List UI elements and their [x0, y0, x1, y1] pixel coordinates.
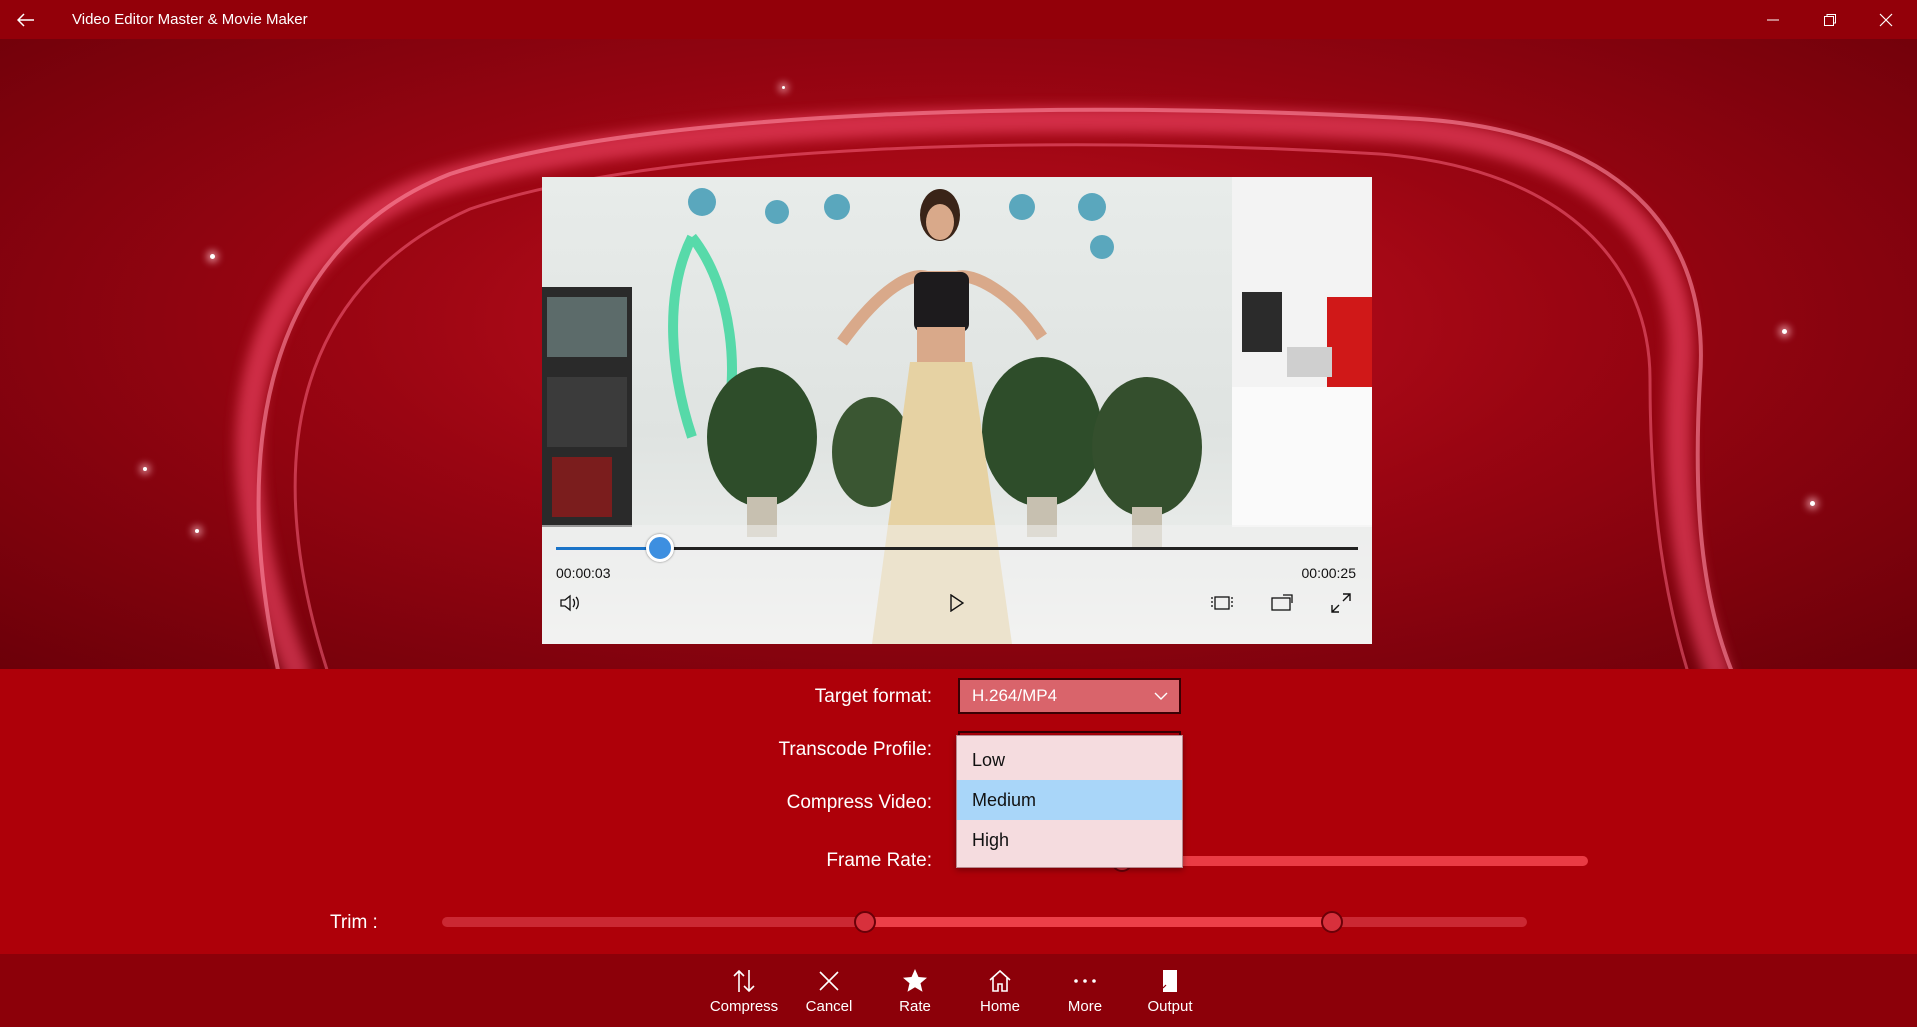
transcode-profile-label: Transcode Profile:	[778, 739, 932, 760]
close-button[interactable]	[1858, 0, 1914, 39]
rate-button[interactable]: Rate	[874, 954, 956, 1027]
option-high[interactable]: High	[957, 820, 1182, 860]
app-title: Video Editor Master & Movie Maker	[72, 11, 308, 28]
restore-icon	[1824, 13, 1836, 26]
cancel-icon	[819, 971, 839, 991]
fullscreen-icon	[1331, 593, 1351, 613]
trim-range	[865, 917, 1332, 927]
option-low[interactable]: Low	[957, 740, 1182, 780]
cast-icon	[1271, 594, 1293, 611]
play-icon	[950, 594, 964, 612]
bottom-app-bar: Compress Cancel Rate Home More Output	[0, 954, 1917, 1027]
star-icon	[903, 969, 927, 992]
target-format-select[interactable]: H.264/MP4	[958, 678, 1181, 714]
current-time: 00:00:03	[556, 565, 611, 581]
restore-button[interactable]	[1802, 0, 1858, 39]
output-icon	[1162, 970, 1177, 992]
compress-button[interactable]: Compress	[703, 954, 785, 1027]
close-icon	[1879, 13, 1893, 26]
seek-bar[interactable]	[556, 534, 1358, 562]
trim-label: Trim :	[330, 912, 378, 933]
video-preview[interactable]: 00:00:03 00:00:25	[542, 177, 1372, 644]
fullscreen-button[interactable]	[1325, 587, 1357, 619]
more-button[interactable]: More	[1044, 954, 1126, 1027]
cast-button[interactable]	[1266, 587, 1298, 619]
chevron-down-icon	[1154, 692, 1168, 700]
compress-icon	[733, 969, 755, 993]
minimize-button[interactable]	[1745, 0, 1801, 39]
compress-label: Compress	[709, 998, 779, 1015]
output-label: Output	[1147, 998, 1193, 1015]
volume-button[interactable]	[554, 587, 586, 619]
home-label: Home	[979, 998, 1020, 1015]
cancel-label: Cancel	[805, 998, 853, 1015]
more-label: More	[1067, 998, 1103, 1015]
seek-thumb[interactable]	[646, 534, 675, 562]
aspect-ratio-icon	[1211, 596, 1233, 610]
aspect-ratio-button[interactable]	[1206, 587, 1238, 619]
option-medium[interactable]: Medium	[957, 780, 1182, 820]
back-arrow-icon	[17, 12, 34, 27]
target-format-value: H.264/MP4	[972, 686, 1058, 705]
title-bar: Video Editor Master & Movie Maker	[0, 0, 1917, 39]
home-icon	[989, 969, 1011, 992]
home-button[interactable]: Home	[959, 954, 1041, 1027]
trim-end-thumb[interactable]	[1320, 911, 1343, 933]
trim-slider[interactable]	[442, 917, 1527, 927]
minimize-icon	[1767, 19, 1779, 20]
transcode-profile-dropdown: Low Medium High	[956, 735, 1183, 868]
rate-label: Rate	[899, 998, 931, 1015]
output-button[interactable]: Output	[1129, 954, 1211, 1027]
compress-video-label: Compress Video:	[786, 792, 932, 813]
more-icon	[1074, 979, 1096, 983]
play-button[interactable]	[941, 587, 973, 619]
frame-rate-label: Frame Rate:	[826, 850, 932, 871]
seek-progress	[556, 547, 661, 550]
cancel-button[interactable]: Cancel	[788, 954, 870, 1027]
trim-start-thumb[interactable]	[854, 911, 877, 933]
target-format-label: Target format:	[814, 686, 932, 707]
total-time: 00:00:25	[1301, 565, 1357, 581]
media-controls: 00:00:03 00:00:25	[542, 525, 1372, 644]
volume-icon	[560, 594, 579, 612]
back-button[interactable]	[0, 0, 52, 39]
